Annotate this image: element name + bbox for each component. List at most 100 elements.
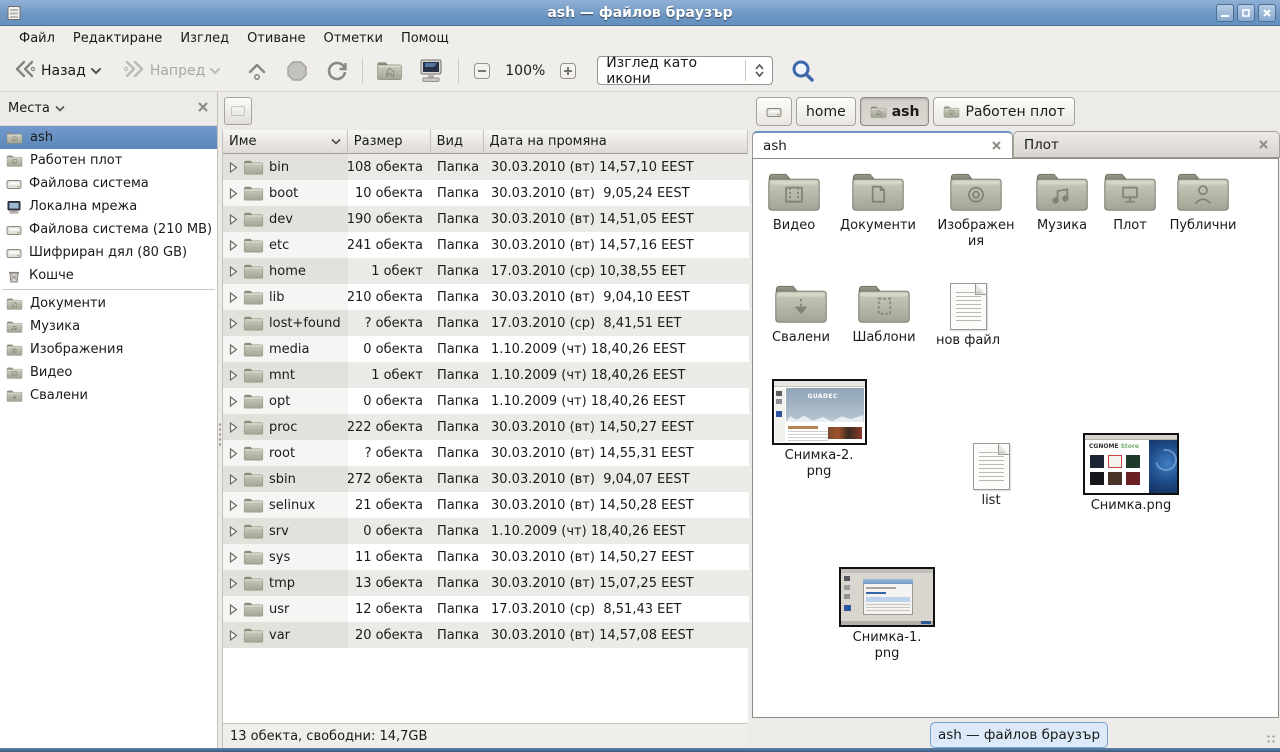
table-row-selinux[interactable]: selinux21 обектаПапка30.03.2010 (вт) 14,…	[223, 492, 749, 518]
menu-bookmarks[interactable]: Отметки	[314, 28, 391, 49]
home-button[interactable]	[371, 56, 408, 86]
file-item-list[interactable]: list	[966, 443, 1016, 509]
sidebar-item-документи[interactable]: Документи	[0, 292, 217, 315]
minimize-button[interactable]	[1216, 4, 1234, 22]
table-row-opt[interactable]: opt0 обектаПапка1.10.2009 (чт) 18,40,26 …	[223, 388, 749, 414]
back-button[interactable]: Назад	[8, 54, 107, 88]
table-row-tmp[interactable]: tmp13 обектаПапка30.03.2010 (вт) 15,07,2…	[223, 570, 749, 596]
file-item-нов-файл[interactable]: нов файл	[931, 283, 1005, 349]
forward-button[interactable]: Напред	[117, 54, 226, 88]
expander-icon[interactable]	[229, 162, 238, 173]
table-row-mnt[interactable]: mnt1 обектПапка1.10.2009 (чт) 18,40,26 E…	[223, 362, 749, 388]
expander-icon[interactable]	[229, 370, 238, 381]
table-row-etc[interactable]: etc241 обектаПапка30.03.2010 (вт) 14,57,…	[223, 232, 749, 258]
sidebar-item-файлова-система[interactable]: Файлова система	[0, 172, 217, 195]
expander-icon[interactable]	[229, 188, 238, 199]
table-row-var[interactable]: var20 обектаПапка30.03.2010 (вт) 14,57,0…	[223, 622, 749, 648]
table-row-sbin[interactable]: sbin272 обектаПапка30.03.2010 (вт) 9,04,…	[223, 466, 749, 492]
sidebar-item-музика[interactable]: Музика	[0, 315, 217, 338]
back-history-chevron-icon[interactable]	[90, 63, 102, 79]
sidebar-item-файлова-система-210-mb-[interactable]: Файлова система (210 MB)	[0, 218, 217, 241]
menu-file[interactable]: Файл	[10, 28, 64, 49]
column-header-type[interactable]: Вид	[431, 130, 484, 154]
expander-icon[interactable]	[229, 552, 238, 563]
restore-button[interactable]	[1237, 4, 1255, 22]
view-mode-spinner-icon[interactable]	[746, 64, 772, 77]
tab-ash[interactable]: ash	[752, 131, 1013, 158]
sidebar-item-локална-мрежа[interactable]: Локална мрежа	[0, 195, 217, 218]
sidebar-item-изображения[interactable]: Изображения	[0, 338, 217, 361]
search-button[interactable]	[785, 54, 821, 88]
expander-icon[interactable]	[229, 396, 238, 407]
tab-плот[interactable]: Плот	[1013, 131, 1280, 158]
icon-view[interactable]: Видео Документи Изображения Музика Плот …	[752, 158, 1279, 718]
expander-icon[interactable]	[229, 630, 238, 641]
menu-help[interactable]: Помощ	[392, 28, 458, 49]
sidebar-item-кошче[interactable]: Кошче	[0, 264, 217, 287]
image-item--png[interactable]: CGNOME Store Снимка.png	[1076, 433, 1186, 514]
resize-grip[interactable]	[1266, 734, 1276, 744]
icon-item-изображения[interactable]: Изображения	[936, 169, 1016, 250]
sidebar-item-работен-плот[interactable]: Работен плот	[0, 149, 217, 172]
table-row-bin[interactable]: bin108 обектаПапка30.03.2010 (вт) 14,57,…	[223, 154, 749, 180]
table-row-boot[interactable]: boot10 обектаПапка30.03.2010 (вт) 9,05,2…	[223, 180, 749, 206]
zoom-in-button[interactable]	[553, 57, 583, 85]
breadcrumb-filesystem[interactable]	[756, 97, 792, 126]
expander-icon[interactable]	[229, 604, 238, 615]
expander-icon[interactable]	[229, 526, 238, 537]
expander-icon[interactable]	[229, 474, 238, 485]
icon-item-плот[interactable]: Плот	[1084, 169, 1176, 234]
sidebar-item-свалени[interactable]: Свалени	[0, 384, 217, 407]
table-row-media[interactable]: media0 обектаПапка1.10.2009 (чт) 18,40,2…	[223, 336, 749, 362]
computer-button[interactable]	[412, 54, 450, 88]
icon-item-публични[interactable]: Публични	[1165, 169, 1241, 234]
table-row-lib[interactable]: lib210 обектаПапка30.03.2010 (вт) 9,04,1…	[223, 284, 749, 310]
table-row-root[interactable]: root? обектаПапка30.03.2010 (вт) 14,55,3…	[223, 440, 749, 466]
expander-icon[interactable]	[229, 318, 238, 329]
sidebar-item-ash[interactable]: ash	[0, 126, 217, 149]
table-row-home[interactable]: home1 обектПапка17.03.2010 (ср) 10,38,55…	[223, 258, 749, 284]
icon-item-документи[interactable]: Документи	[832, 169, 924, 234]
menu-edit[interactable]: Редактиране	[64, 28, 171, 49]
sidebar-title-select[interactable]: Места	[8, 101, 197, 116]
menu-go[interactable]: Отиване	[238, 28, 314, 49]
zoom-out-button[interactable]	[467, 57, 497, 85]
column-header-name[interactable]: Име	[223, 130, 348, 154]
stop-button[interactable]	[280, 55, 314, 87]
breadcrumb-ash[interactable]: ash	[860, 97, 930, 126]
reload-button[interactable]	[320, 55, 354, 87]
expander-icon[interactable]	[229, 578, 238, 589]
image-item--1-png[interactable]: Снимка-1.png	[852, 567, 922, 662]
up-button[interactable]	[240, 55, 274, 87]
expander-icon[interactable]	[229, 422, 238, 433]
column-header-size[interactable]: Размер	[348, 130, 431, 154]
table-row-lost+found[interactable]: lost+found? обектаПапка17.03.2010 (ср) 8…	[223, 310, 749, 336]
sidebar-close-icon[interactable]	[197, 101, 209, 117]
tab-close-icon[interactable]	[991, 140, 1002, 151]
table-row-srv[interactable]: srv0 обектаПапка1.10.2009 (чт) 18,40,26 …	[223, 518, 749, 544]
close-button[interactable]	[1258, 4, 1276, 22]
table-row-proc[interactable]: proc222 обектаПапка30.03.2010 (вт) 14,50…	[223, 414, 749, 440]
expander-icon[interactable]	[229, 240, 238, 251]
menu-view[interactable]: Изглед	[171, 28, 238, 49]
icon-item-свалени[interactable]: Свалени	[755, 281, 847, 346]
expander-icon[interactable]	[229, 448, 238, 459]
sidebar-item-шифриран-дял-80-gb-[interactable]: Шифриран дял (80 GB)	[0, 241, 217, 264]
table-row-sys[interactable]: sys11 обектаПапка30.03.2010 (вт) 14,50,2…	[223, 544, 749, 570]
icon-item-шаблони[interactable]: Шаблони	[838, 281, 930, 346]
table-row-usr[interactable]: usr12 обектаПапка17.03.2010 (ср) 8,51,43…	[223, 596, 749, 622]
expander-icon[interactable]	[229, 500, 238, 511]
tab-close-icon[interactable]	[1258, 139, 1269, 150]
pane-location-button[interactable]	[224, 97, 252, 125]
icon-item-видео[interactable]: Видео	[748, 169, 840, 234]
breadcrumb-home[interactable]: home	[796, 97, 856, 126]
table-row-dev[interactable]: dev190 обектаПапка30.03.2010 (вт) 14,51,…	[223, 206, 749, 232]
image-item--2-png[interactable]: GUADEC Снимка-2.png	[784, 379, 854, 480]
expander-icon[interactable]	[229, 266, 238, 277]
column-header-date[interactable]: Дата на промяна	[484, 130, 748, 154]
view-mode-select[interactable]: Изглед като икони	[597, 56, 773, 85]
breadcrumb-работен-плот[interactable]: Работен плот	[933, 97, 1074, 126]
expander-icon[interactable]	[229, 344, 238, 355]
sidebar-item-видео[interactable]: Видео	[0, 361, 217, 384]
expander-icon[interactable]	[229, 292, 238, 303]
